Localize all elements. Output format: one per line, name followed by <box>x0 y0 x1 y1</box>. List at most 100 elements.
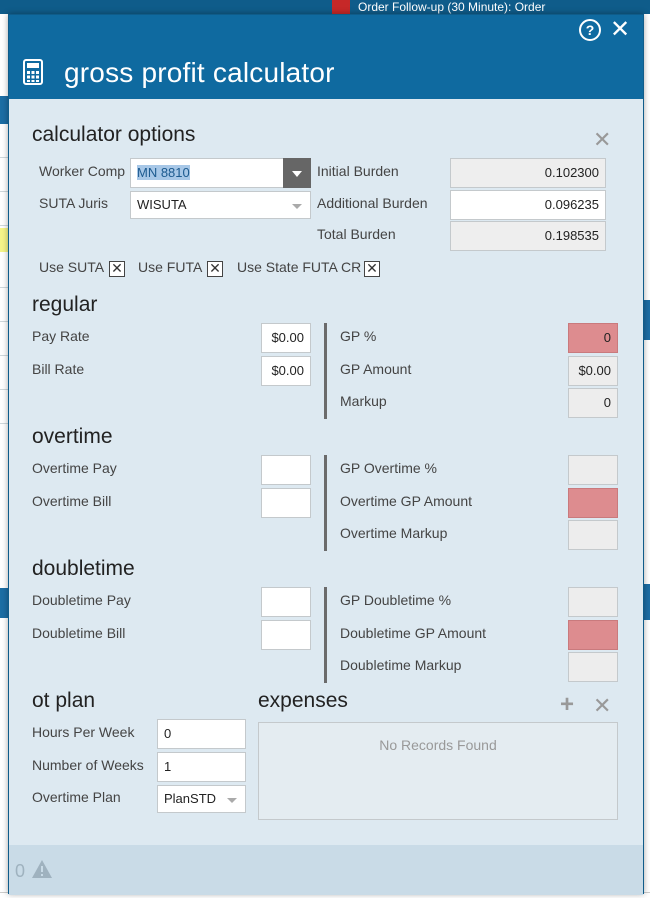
background-notification[interactable]: Order Follow-up (30 Minute): Order <box>332 0 650 14</box>
total-burden-field: 0.198535 <box>450 221 606 251</box>
background-highlight-row <box>0 228 8 252</box>
plus-icon: + <box>560 691 575 718</box>
gp-percent-label: GP % <box>340 328 377 344</box>
background-header-strip <box>0 588 8 618</box>
background-notification-text: Order Follow-up (30 Minute): Order <box>358 0 546 14</box>
alert-count: 0 <box>15 861 26 881</box>
markup-label: Markup <box>340 393 387 409</box>
chevron-down-icon <box>227 798 237 803</box>
worker-comp-dropdown[interactable]: MN 8810 <box>130 158 311 188</box>
section-divider <box>324 587 327 683</box>
overtime-plan-dropdown[interactable]: PlanSTD <box>157 785 246 813</box>
overtime-plan-value: PlanSTD <box>164 791 217 806</box>
use-suta-checkbox[interactable]: ✕ <box>109 261 125 277</box>
section-divider <box>324 323 327 419</box>
overtime-pay-input[interactable] <box>261 455 311 485</box>
suta-juris-label: SUTA Juris <box>39 195 108 211</box>
calculator-icon <box>23 59 43 85</box>
background-header-strip <box>644 584 650 620</box>
gross-profit-calculator-dialog: gross profit calculator ? ✕ calculator o… <box>8 14 644 895</box>
dialog-title: gross profit calculator <box>64 57 335 88</box>
background-row <box>0 160 8 192</box>
overtime-bill-label: Overtime Bill <box>32 493 112 509</box>
dialog-footer: 0 <box>9 845 643 895</box>
gp-doubletime-percent-label: GP Doubletime % <box>340 592 452 608</box>
background-row <box>0 358 8 390</box>
doubletime-pay-label: Doubletime Pay <box>32 592 131 608</box>
suta-juris-value: WISUTA <box>137 197 187 212</box>
doubletime-gp-amount-label: Doubletime GP Amount <box>340 625 487 641</box>
background-row <box>0 256 8 288</box>
overtime-markup-field <box>568 520 618 550</box>
gp-amount-label: GP Amount <box>340 361 412 377</box>
doubletime-bill-input[interactable] <box>261 620 311 650</box>
use-state-futa-cr-checkbox[interactable]: ✕ <box>364 261 380 277</box>
empty-message: No Records Found <box>379 737 497 753</box>
initial-burden-label: Initial Burden <box>317 163 399 179</box>
close-button[interactable]: ✕ <box>609 16 631 43</box>
overtime-plan-label: Overtime Plan <box>32 789 121 805</box>
background-row <box>0 392 8 424</box>
close-x-icon: ✕ <box>593 693 612 718</box>
overtime-bill-input[interactable] <box>261 488 311 518</box>
pay-rate-label: Pay Rate <box>32 328 90 344</box>
background-header-strip <box>0 96 8 124</box>
doubletime-markup-field <box>568 652 618 682</box>
gp-doubletime-percent-field <box>568 587 618 617</box>
clear-options-button[interactable]: ✕ <box>593 127 611 153</box>
number-of-weeks-label: Number of Weeks <box>32 757 144 773</box>
additional-burden-label: Additional Burden <box>317 195 428 211</box>
section-divider <box>324 455 327 551</box>
doubletime-bill-label: Doubletime Bill <box>32 625 126 641</box>
ot-plan-title: ot plan <box>32 689 96 712</box>
suta-juris-dropdown[interactable]: WISUTA <box>130 191 311 219</box>
expenses-grid[interactable]: No Records Found <box>258 722 618 820</box>
question-circle-icon: ? <box>585 22 595 38</box>
background-header-strip <box>644 300 650 340</box>
doubletime-gp-amount-field <box>568 620 618 650</box>
background-row <box>0 290 8 322</box>
overtime-gp-amount-label: Overtime GP Amount <box>340 493 473 509</box>
overtime-markup-label: Overtime Markup <box>340 525 448 541</box>
remove-expense-button[interactable]: ✕ <box>593 693 611 719</box>
help-button[interactable]: ? <box>579 19 601 41</box>
background-row <box>0 324 8 356</box>
hours-per-week-input[interactable]: 0 <box>157 719 246 749</box>
chevron-down-icon[interactable] <box>283 158 311 188</box>
close-x-icon: ✕ <box>593 127 612 152</box>
use-futa-label: Use FUTA <box>138 259 203 275</box>
worker-comp-value: MN 8810 <box>137 165 190 180</box>
worker-comp-label: Worker Comp <box>39 163 126 179</box>
initial-burden-field: 0.102300 <box>450 158 606 188</box>
doubletime-markup-label: Doubletime Markup <box>340 657 462 673</box>
expenses-title: expenses <box>258 689 348 712</box>
use-state-futa-cr-label: Use State FUTA CR <box>237 259 362 275</box>
number-of-weeks-input[interactable]: 1 <box>157 752 246 782</box>
use-suta-label: Use SUTA <box>39 259 105 275</box>
gp-overtime-percent-field <box>568 455 618 485</box>
calculator-options-title: calculator options <box>32 123 196 146</box>
total-burden-label: Total Burden <box>317 226 396 242</box>
warning-triangle-icon[interactable] <box>31 859 53 879</box>
chevron-down-icon <box>292 204 302 209</box>
dialog-header: gross profit calculator ? ✕ <box>9 15 643 99</box>
additional-burden-input[interactable]: 0.096235 <box>450 190 606 220</box>
background-row <box>0 194 8 226</box>
overtime-gp-amount-field <box>568 488 618 518</box>
overtime-title: overtime <box>32 425 113 448</box>
markup-field: 0 <box>568 388 618 418</box>
add-expense-button[interactable]: + <box>560 691 574 719</box>
use-futa-checkbox[interactable]: ✕ <box>207 261 223 277</box>
hours-per-week-label: Hours Per Week <box>32 724 135 740</box>
background-row <box>0 126 8 158</box>
gp-percent-field: 0 <box>568 323 618 353</box>
bill-rate-label: Bill Rate <box>32 361 85 377</box>
doubletime-title: doubletime <box>32 557 135 580</box>
doubletime-pay-input[interactable] <box>261 587 311 617</box>
overtime-pay-label: Overtime Pay <box>32 460 117 476</box>
pay-rate-input[interactable]: $0.00 <box>261 323 311 353</box>
gp-overtime-percent-label: GP Overtime % <box>340 460 437 476</box>
close-x-icon: ✕ <box>609 16 631 43</box>
regular-title: regular <box>32 293 98 316</box>
bill-rate-input[interactable]: $0.00 <box>261 356 311 386</box>
